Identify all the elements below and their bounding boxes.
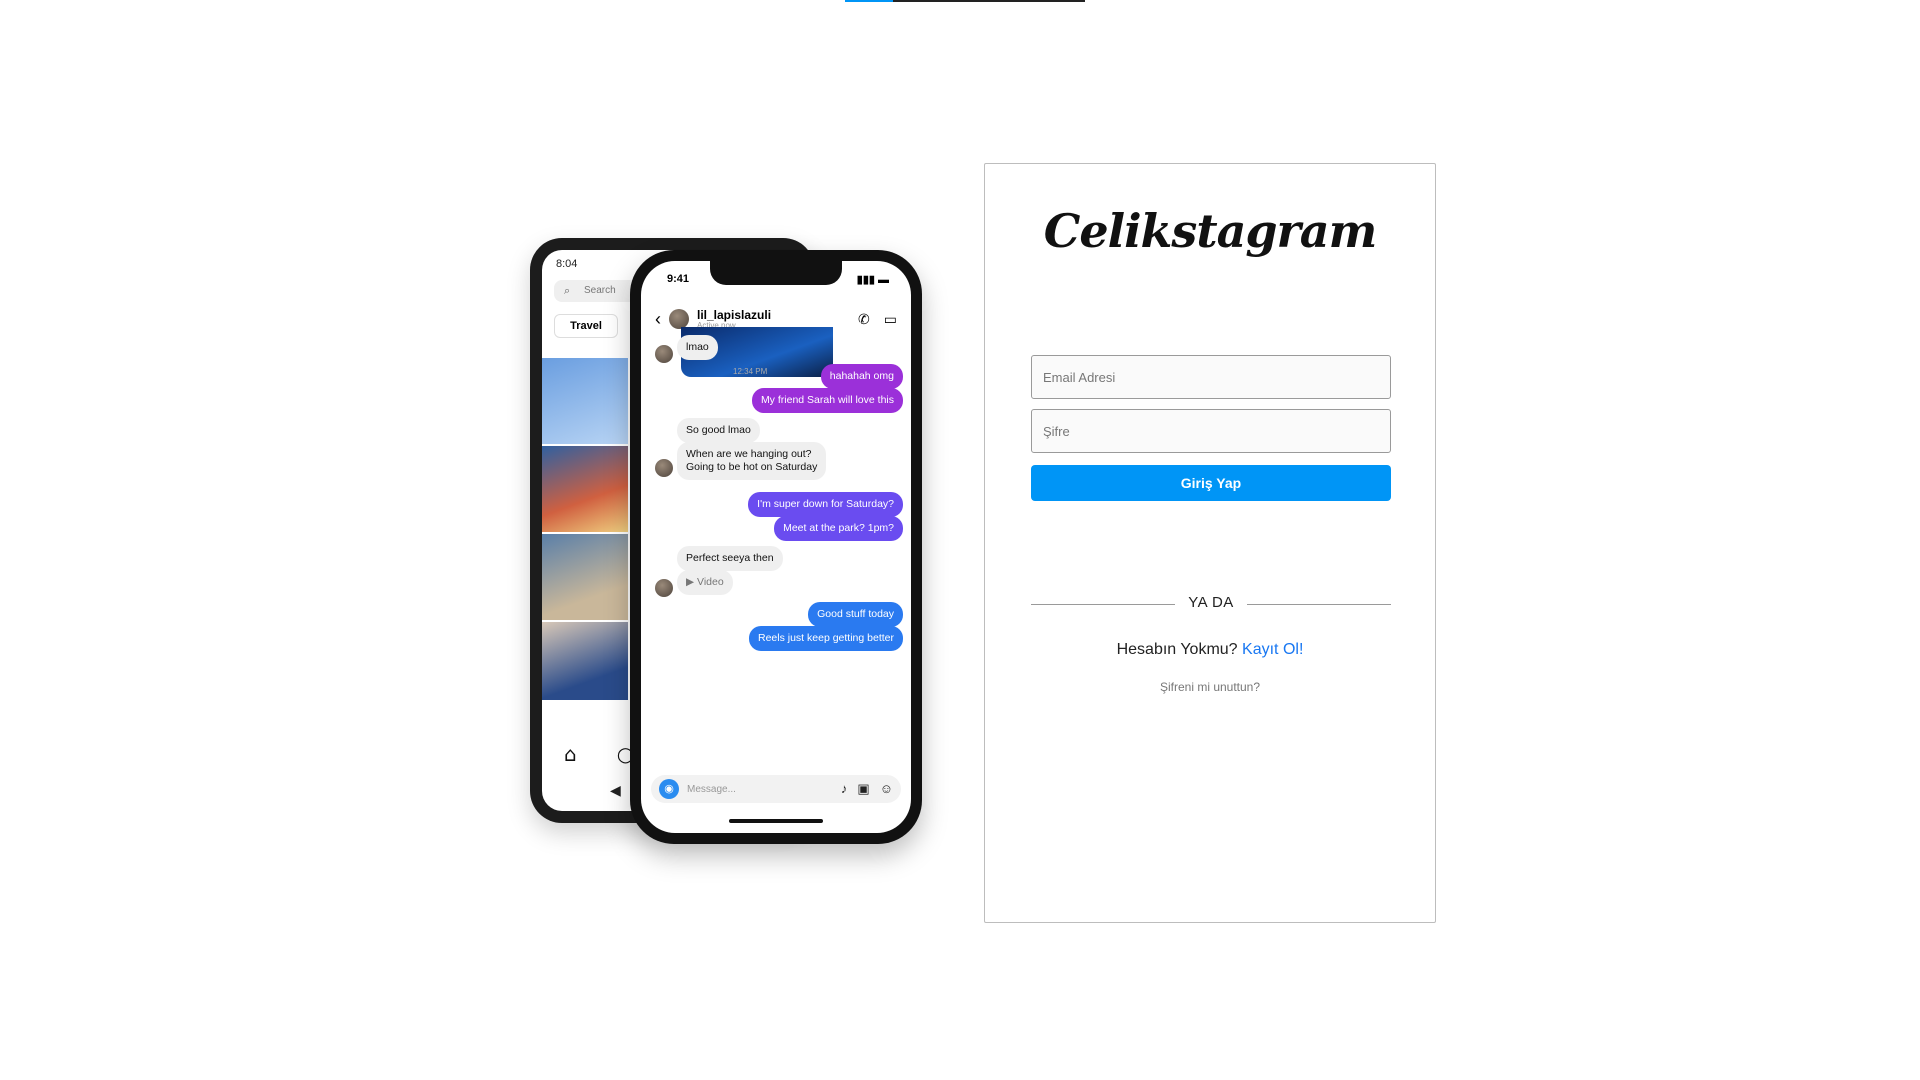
- avatar: [655, 459, 673, 477]
- message-bubble: Perfect seeya then: [677, 546, 783, 571]
- message-bubble: Reels just keep getting better: [749, 626, 903, 651]
- explore-tile: [542, 358, 628, 444]
- microphone-icon: ♪: [840, 781, 848, 796]
- chevron-left-icon: ‹: [655, 308, 661, 329]
- or-divider: YA DA: [1031, 594, 1391, 614]
- video-message: ▶ Video: [677, 570, 733, 595]
- app-logo: Celikstagram: [1043, 204, 1378, 258]
- message-bubble: Meet at the park? 1pm?: [774, 516, 903, 541]
- signup-link[interactable]: Kayıt Ol!: [1242, 641, 1303, 658]
- message-bubble: So good lmao: [677, 418, 760, 443]
- explore-tile: [542, 622, 628, 700]
- message-compose: ◉ Message... ♪ ▣ ☺: [651, 775, 901, 803]
- loading-bar-fill: [845, 0, 893, 2]
- phone-notch: [710, 261, 842, 285]
- video-label: Video: [697, 576, 724, 588]
- divider-line: [1247, 604, 1391, 605]
- avatar: [669, 309, 689, 329]
- search-icon: ⌕: [564, 285, 571, 297]
- gallery-icon: ▣: [857, 781, 870, 796]
- home-icon: ⌂: [564, 742, 577, 766]
- phone-icon: ✆: [858, 310, 870, 327]
- signup-prompt: Hesabın Yokmu? Kayıt Ol!: [985, 641, 1435, 659]
- avatar: [655, 579, 673, 597]
- password-field[interactable]: [1031, 409, 1391, 453]
- front-phone-status-time: 9:41: [667, 273, 690, 285]
- compose-tools: ♪ ▣ ☺: [841, 781, 893, 797]
- divider-text: YA DA: [1188, 594, 1234, 611]
- home-indicator: [729, 819, 823, 823]
- chat-username: lil_lapislazuli: [697, 307, 772, 322]
- top-loading-bar: [845, 0, 1085, 2]
- message-line: When are we hanging out?: [686, 448, 812, 460]
- message-bubble: My friend Sarah will love this: [751, 388, 903, 413]
- explore-tile: [542, 534, 628, 620]
- front-phone-screen: 9:41 ▮▮▮ ▬ ‹ lil_lapislazuli Active now …: [641, 261, 911, 833]
- login-card: Celikstagram Giriş Yap YA DA Hesabın Yok…: [984, 163, 1436, 923]
- back-phone-search-placeholder: Search: [584, 285, 616, 296]
- message-bubble: lmao: [677, 335, 718, 360]
- android-back-icon: ◀: [610, 783, 621, 799]
- back-phone-chip: Travel: [554, 314, 618, 338]
- front-phone: 9:41 ▮▮▮ ▬ ‹ lil_lapislazuli Active now …: [630, 250, 922, 844]
- camera-icon: ◉: [659, 779, 679, 799]
- sticker-icon: ☺: [879, 781, 893, 796]
- avatar: [655, 345, 673, 363]
- email-field[interactable]: [1031, 355, 1391, 399]
- explore-tile: [542, 446, 628, 532]
- compose-placeholder: Message...: [687, 783, 736, 795]
- phones-hero-image: 8:04 ⌕ Search Travel ⌂ ○ ◀ 9:41 ▮▮▮ ▬ ‹ …: [530, 236, 925, 846]
- no-account-text: Hesabın Yokmu?: [1116, 641, 1238, 658]
- message-bubble: Good stuff today: [808, 602, 903, 627]
- chat-actions: ✆ ▭: [858, 311, 897, 328]
- signal-battery-icon: ▮▮▮ ▬: [856, 274, 889, 286]
- message-line: Going to be hot on Saturday: [686, 461, 818, 473]
- login-button[interactable]: Giriş Yap: [1031, 465, 1391, 501]
- forgot-password-link[interactable]: Şifreni mi unuttun?: [985, 680, 1435, 694]
- play-icon: ▶: [686, 576, 695, 588]
- chat-timestamp: 12:34 PM: [733, 367, 768, 376]
- message-bubble: hahahah omg: [820, 364, 903, 389]
- message-bubble-multiline: When are we hanging out? Going to be hot…: [677, 442, 827, 480]
- message-bubble: I'm super down for Saturday?: [748, 492, 903, 517]
- video-icon: ▭: [883, 310, 897, 327]
